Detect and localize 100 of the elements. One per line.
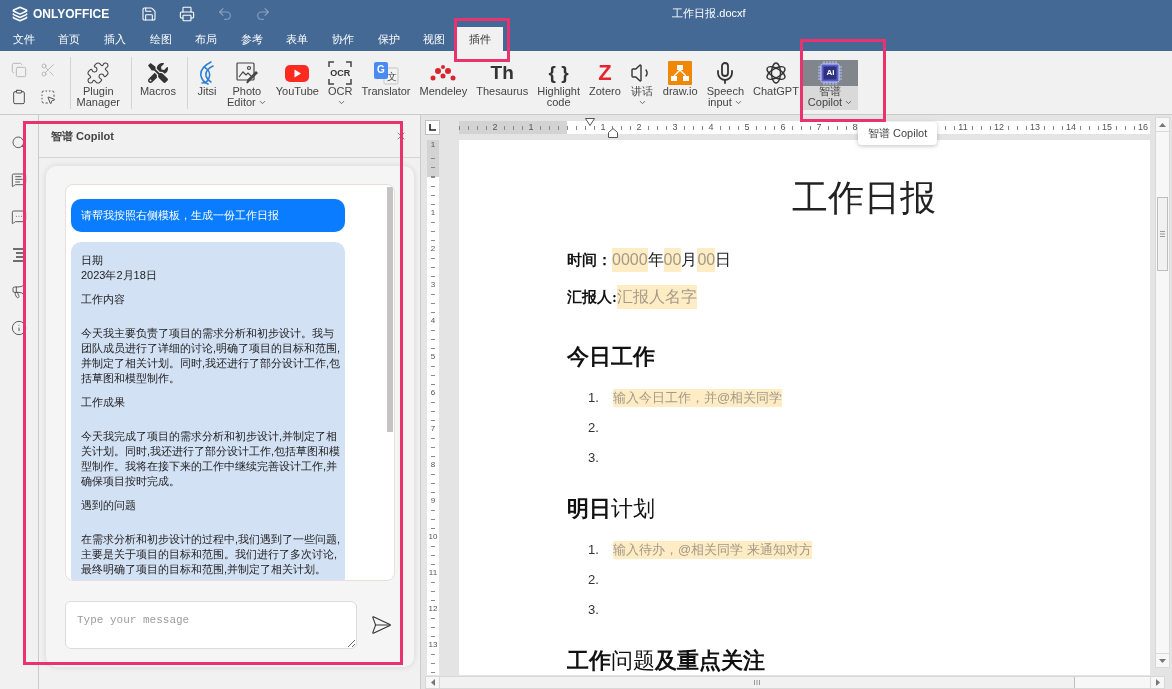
clipboard-icon [11, 89, 27, 105]
message-input[interactable]: Type your message [65, 601, 357, 649]
corner-brackets-icon [328, 61, 353, 85]
icon-glyph: OCR [330, 68, 351, 78]
icon-glyph: { } [548, 61, 569, 85]
tab-stop-button[interactable] [425, 120, 440, 135]
icon-glyph: Th [490, 61, 514, 85]
send-button[interactable] [369, 613, 393, 637]
toolbar-button[interactable]: Photo Editor [222, 60, 272, 110]
menu-tab[interactable]: 布局 [183, 27, 229, 51]
icon-glyph: G [376, 65, 385, 75]
l-bracket-icon [429, 124, 436, 131]
caret-icon [733, 98, 743, 107]
close-button[interactable] [395, 130, 407, 142]
toolbar-button[interactable]: AI 智谱 Copilot [803, 60, 858, 110]
scrollbar-thumb[interactable] [387, 187, 393, 432]
menu-tab[interactable]: 插件 [456, 27, 503, 51]
scrollbar-thumb[interactable] [440, 676, 1075, 688]
list-number: 1. [588, 389, 600, 408]
field-text: 日 [715, 250, 732, 270]
message-text: 日期 [81, 253, 104, 268]
list-number: 3. [588, 449, 600, 468]
play-button-icon [285, 64, 310, 82]
toolbar-button[interactable]: Macros [135, 60, 181, 99]
field-text: 月 [681, 250, 698, 270]
toolbar-button[interactable]: OCR OCR [323, 60, 357, 110]
menu-tab[interactable]: 绘图 [137, 27, 184, 51]
ruler-number: 2 [633, 123, 645, 132]
ruler-number: 12 [993, 123, 1005, 132]
list-number: 2. [588, 419, 600, 438]
redo-arrow-icon [255, 5, 272, 22]
grip-icon [1160, 231, 1165, 237]
message-heading: 工作成果 [81, 395, 126, 410]
down-triangle-icon [1159, 658, 1166, 663]
toolbar-button[interactable]: ChatGPT [748, 60, 804, 99]
tools-icon [147, 63, 168, 83]
document-title: 工作日报 [792, 177, 936, 220]
message-heading: 工作内容 [81, 292, 126, 307]
triangle-marker-icon[interactable] [585, 118, 595, 126]
document-title: 工作日报.docxf [672, 8, 746, 19]
field-label: 汇报人: [567, 287, 617, 307]
toolbar-button[interactable]: draw.io [658, 60, 703, 99]
menu-tab[interactable]: 表单 [274, 27, 321, 51]
puzzle-icon [86, 61, 111, 85]
ruler-number: 5 [741, 123, 753, 132]
print-button[interactable] [179, 5, 196, 22]
icon-glyph: AI [826, 69, 835, 77]
toolbar-button[interactable]: { } Highlight code [532, 60, 585, 110]
undo-arrow-icon [217, 5, 234, 22]
menu-tab[interactable]: 参考 [228, 27, 275, 51]
copy-icon [11, 62, 27, 78]
toolbar-button[interactable]: Jitsi [191, 60, 223, 99]
list-number: 1. [588, 541, 600, 560]
toolbar-button[interactable]: YouTube [271, 60, 324, 99]
message-text: 在需求分析和初步设计的过程中,我们遇到了一些问题,主要是关于项目的目标和范围。我们进行了多次讨论,最终明确了项目的目标和范围,并制定了相关计划。 [81, 532, 342, 577]
menu-tab[interactable]: 插入 [92, 27, 138, 51]
right-triangle-icon [1155, 678, 1160, 686]
paste-button[interactable] [11, 89, 27, 105]
icon-glyph: 文 [386, 72, 397, 82]
menu-tab[interactable]: 首页 [46, 27, 93, 51]
section-heading: 今日工作 [567, 343, 655, 371]
menu-tab[interactable]: 视图 [411, 27, 457, 51]
stacked-layers-icon [12, 5, 28, 22]
panel-title: 智谱 Copilot [51, 128, 114, 144]
field-label: 时间： [567, 250, 612, 270]
toolbar-button[interactable]: G 文 Translator [356, 60, 416, 99]
ruler-number: 15 [1101, 123, 1113, 132]
dots-network-icon [430, 64, 457, 82]
printer-icon [179, 5, 196, 22]
scrollbar-thumb[interactable] [1157, 197, 1168, 271]
ruler-number: 14 [1065, 123, 1077, 132]
select-button[interactable] [40, 89, 56, 105]
scissors-icon [40, 62, 56, 78]
diagram-icon [668, 61, 693, 85]
dashed-select-icon [40, 89, 56, 105]
app-name: ONLYOFFICE [33, 7, 110, 20]
icon-glyph: Z [598, 61, 612, 85]
menu-tab[interactable]: 保护 [365, 27, 412, 51]
pentagon-marker-icon[interactable] [608, 128, 618, 138]
toolbar-button[interactable]: Mendeley [415, 60, 472, 99]
save-button[interactable] [141, 5, 158, 22]
toolbar-button[interactable]: Z Zotero [584, 60, 626, 99]
toolbar-button[interactable]: Th Thesaurus [471, 60, 533, 99]
highlight-frame [454, 18, 510, 62]
ruler-number: 3 [669, 123, 681, 132]
toolbar-button[interactable]: 讲话 [625, 60, 659, 110]
list-number: 3. [588, 601, 600, 620]
menu-tab[interactable]: 协作 [320, 27, 366, 51]
atom-icon [763, 61, 788, 85]
section-heading: 工作问题及重点关注 [567, 647, 765, 675]
toolbar-button[interactable]: Speech input [702, 60, 749, 110]
toolbar-button[interactable]: Plugin Manager [72, 60, 125, 110]
send-icon [370, 614, 392, 636]
tooltip: 智谱 Copilot [858, 122, 938, 145]
message-text: 今天我主要负责了项目的需求分析和初步设计。我与团队成员进行了详细的讨论,明确了项目的目标和范围,并制定了相关计划。同时,我还进行了部分设计工作,包括草图和模型制作。 [81, 326, 342, 386]
close-icon [395, 130, 407, 142]
caret-icon [257, 98, 267, 107]
translate-tiles-icon [372, 61, 399, 85]
message-text: 2023年2月18日 [81, 268, 158, 283]
menu-tab[interactable]: 文件 [1, 27, 47, 51]
